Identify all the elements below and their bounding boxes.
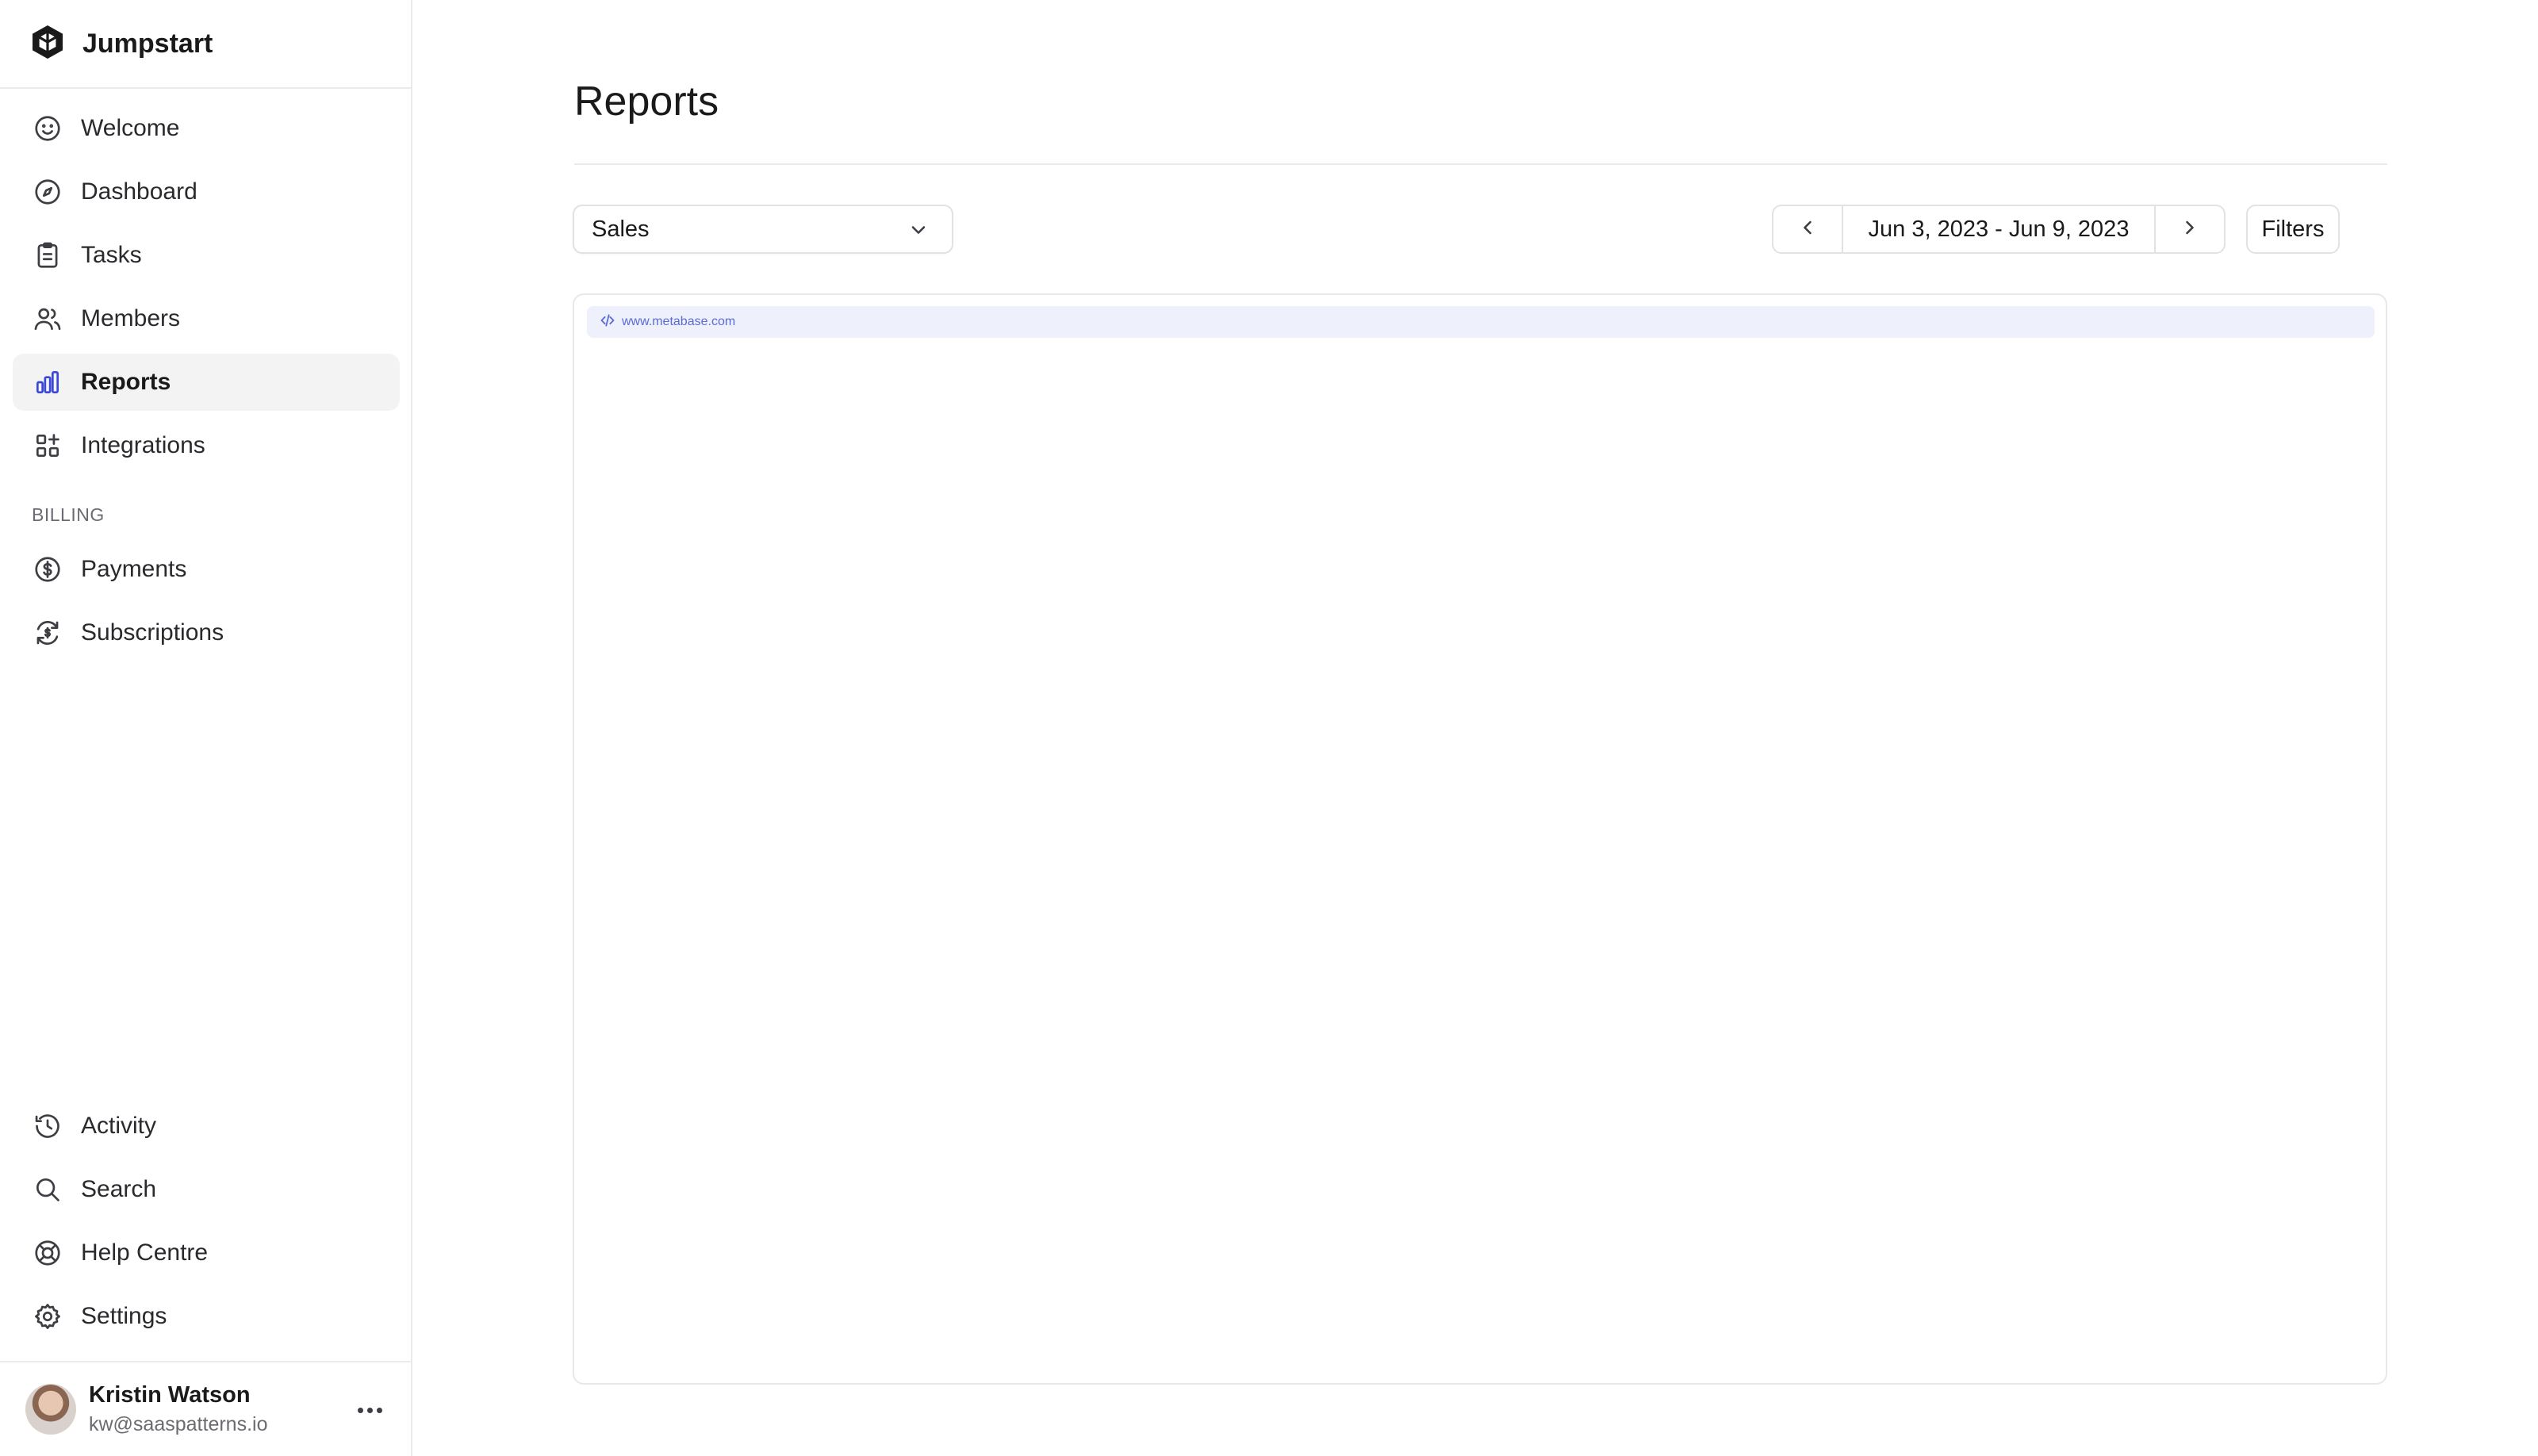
grid-plus-icon bbox=[32, 430, 63, 462]
sidebar-item-label: Help Centre bbox=[81, 1240, 209, 1266]
bar-chart-icon bbox=[32, 366, 63, 398]
sidebar-item-label: Settings bbox=[81, 1303, 167, 1329]
sidebar-item-settings[interactable]: Settings bbox=[13, 1288, 400, 1345]
sidebar-item-label: Tasks bbox=[81, 242, 142, 268]
brand[interactable]: Jumpstart bbox=[0, 0, 411, 89]
billing-section-title: BILLING bbox=[32, 504, 105, 525]
sidebar-item-search[interactable]: Search bbox=[13, 1161, 400, 1218]
sidebar-item-integrations[interactable]: Integrations bbox=[13, 417, 400, 474]
embed-url-bar: www.metabase.com bbox=[587, 306, 2375, 338]
clipboard-icon bbox=[32, 239, 63, 271]
sidebar-item-label: Activity bbox=[81, 1113, 157, 1139]
brand-name: Jumpstart bbox=[82, 28, 213, 59]
sidebar-item-label: Payments bbox=[81, 556, 187, 582]
sidebar-item-label: Members bbox=[81, 305, 181, 331]
sidebar-item-label: Reports bbox=[81, 369, 171, 395]
sidebar-item-reports[interactable]: Reports bbox=[13, 354, 400, 411]
avatar bbox=[25, 1384, 76, 1435]
sidebar-item-payments[interactable]: Payments bbox=[13, 541, 400, 598]
user-info: Kristin Watson kw@saaspatterns.io bbox=[89, 1382, 267, 1436]
cube-logo-icon bbox=[29, 23, 67, 65]
sidebar-item-help-centre[interactable]: Help Centre bbox=[13, 1224, 400, 1282]
report-select-value: Sales bbox=[592, 216, 650, 242]
lifebuoy-icon bbox=[32, 1237, 63, 1269]
main-content: Reports Sales Jun 3, 2023 - Jun 9, 2023 … bbox=[412, 0, 2538, 1456]
secondary-nav: Activity Search Help Centre Settings bbox=[13, 1098, 400, 1351]
compass-icon bbox=[32, 176, 63, 208]
chevron-left-icon bbox=[1796, 216, 1819, 243]
sidebar-item-tasks[interactable]: Tasks bbox=[13, 227, 400, 284]
sidebar-item-welcome[interactable]: Welcome bbox=[13, 100, 400, 157]
header-divider bbox=[574, 163, 2387, 165]
sidebar-item-label: Subscriptions bbox=[81, 619, 224, 646]
embed-url[interactable]: www.metabase.com bbox=[622, 315, 735, 329]
sidebar-item-members[interactable]: Members bbox=[13, 290, 400, 347]
next-period-button[interactable] bbox=[2156, 206, 2224, 252]
sidebar-item-label: Integrations bbox=[81, 432, 205, 458]
refresh-dollar-icon bbox=[32, 617, 63, 649]
user-name: Kristin Watson bbox=[89, 1382, 251, 1408]
page-title: Reports bbox=[574, 79, 719, 125]
billing-nav: Payments Subscriptions bbox=[13, 541, 400, 668]
history-icon bbox=[32, 1110, 63, 1142]
sidebar-item-label: Search bbox=[81, 1176, 157, 1202]
main-nav: Welcome Dashboard Tasks Members Reports … bbox=[13, 100, 400, 481]
user-profile[interactable]: Kristin Watson kw@saaspatterns.io bbox=[0, 1361, 411, 1456]
date-range-label[interactable]: Jun 3, 2023 - Jun 9, 2023 bbox=[1842, 206, 2156, 252]
sidebar-item-subscriptions[interactable]: Subscriptions bbox=[13, 604, 400, 661]
app-shell: Jumpstart Welcome Dashboard Tasks Member… bbox=[0, 0, 2538, 1456]
search-icon bbox=[32, 1174, 63, 1205]
sidebar-item-activity[interactable]: Activity bbox=[13, 1098, 400, 1155]
smile-icon bbox=[32, 113, 63, 144]
user-email: kw@saaspatterns.io bbox=[89, 1413, 268, 1435]
sidebar-item-dashboard[interactable]: Dashboard bbox=[13, 163, 400, 220]
sidebar: Jumpstart Welcome Dashboard Tasks Member… bbox=[0, 0, 412, 1456]
report-select[interactable]: Sales bbox=[573, 205, 953, 254]
more-dot-icon bbox=[357, 1407, 363, 1413]
more-options-button[interactable] bbox=[352, 1394, 387, 1426]
sidebar-item-label: Welcome bbox=[81, 115, 180, 141]
more-dot-icon bbox=[376, 1407, 382, 1413]
chevron-right-icon bbox=[2179, 216, 2201, 243]
sidebar-item-label: Dashboard bbox=[81, 178, 197, 205]
users-icon bbox=[32, 303, 63, 335]
filters-button[interactable]: Filters bbox=[2246, 205, 2340, 254]
more-dot-icon bbox=[366, 1407, 373, 1413]
date-range-picker: Jun 3, 2023 - Jun 9, 2023 bbox=[1772, 205, 2226, 254]
report-embed[interactable]: www.metabase.com bbox=[573, 293, 2387, 1385]
code-icon bbox=[600, 312, 615, 332]
previous-period-button[interactable] bbox=[1773, 206, 1842, 252]
chevron-down-icon bbox=[907, 219, 930, 241]
dollar-circle-icon bbox=[32, 554, 63, 585]
gear-icon bbox=[32, 1301, 63, 1332]
